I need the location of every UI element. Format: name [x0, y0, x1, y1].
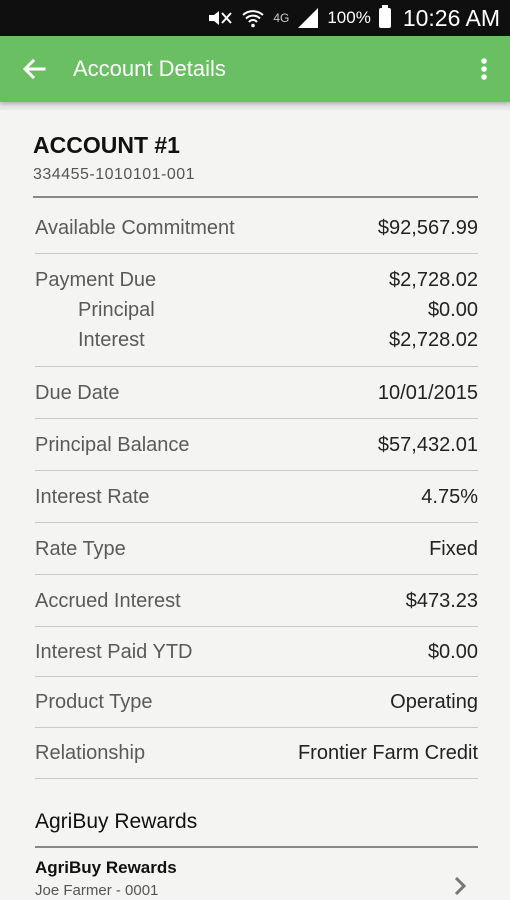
signal-icon: [298, 8, 319, 28]
detail-label: Available Commitment: [35, 216, 235, 239]
detail-value: $92,567.99: [377, 216, 478, 239]
detail-row-interest-rate: Interest Rate 4.75%: [35, 471, 478, 523]
network-type: 4G: [273, 11, 290, 25]
detail-value: Frontier Farm Credit: [297, 742, 478, 764]
detail-value: Operating: [390, 691, 478, 713]
account-number: 334455-1010101-001: [33, 166, 196, 183]
account-details-sheet: ACCOUNT #1 334455-1010101-001 Available …: [0, 110, 510, 900]
detail-row-due-date: Due Date 10/01/2015: [35, 367, 478, 419]
detail-sub-value: $2,728.02: [389, 328, 478, 351]
detail-label: Rate Type: [35, 537, 126, 560]
detail-label: Principal Balance: [35, 433, 190, 456]
detail-value: 4.75%: [421, 485, 478, 508]
detail-sub-label: Principal: [78, 298, 155, 321]
rewards-item-subtitle: Joe Farmer - 0001: [35, 882, 159, 899]
detail-value: Fixed: [429, 537, 478, 560]
detail-row-interest-paid-ytd: Interest Paid YTD $0.00: [35, 627, 478, 677]
detail-sub-label: Interest: [78, 328, 145, 351]
account-title: ACCOUNT #1: [33, 132, 180, 158]
detail-row-accrued-interest: Accrued Interest $473.23: [35, 575, 478, 627]
chevron-right-icon: [454, 876, 467, 896]
rewards-divider: [35, 846, 478, 848]
clock: 10:26 AM: [402, 4, 500, 31]
detail-label: Due Date: [35, 381, 120, 404]
detail-value: $0.00: [427, 640, 478, 663]
detail-row-payment-due: Payment Due $2,728.02 Principal $0.00 In…: [35, 254, 478, 367]
wifi-icon: [242, 10, 264, 28]
detail-value: $2,728.02: [389, 268, 478, 291]
page-title: Account Details: [73, 56, 226, 81]
detail-row-rate-type: Rate Type Fixed: [35, 523, 478, 575]
detail-row-product-type: Product Type Operating: [35, 677, 478, 728]
detail-label: Interest Paid YTD: [35, 640, 193, 663]
detail-label: Accrued Interest: [35, 589, 181, 612]
detail-value: $473.23: [405, 589, 478, 612]
detail-label: Relationship: [35, 742, 146, 764]
more-vert-icon[interactable]: [472, 53, 496, 85]
app-bar: Account Details: [0, 36, 510, 102]
rewards-heading: AgriBuy Rewards: [35, 810, 198, 833]
status-icons: 4G 100% 10:26 AM: [207, 4, 500, 32]
detail-row-relationship: Relationship Frontier Farm Credit: [35, 728, 478, 779]
detail-label: Product Type: [35, 691, 153, 713]
detail-label: Interest Rate: [35, 485, 150, 508]
detail-row-available-commitment: Available Commitment $92,567.99: [35, 202, 478, 254]
battery-percent: 100%: [327, 8, 371, 27]
rewards-item-title: AgriBuy Rewards: [35, 858, 177, 877]
mute-icon: [209, 11, 233, 25]
detail-value: $57,432.01: [377, 433, 478, 456]
detail-label: Payment Due: [35, 268, 157, 291]
arrow-back-icon[interactable]: [18, 53, 50, 85]
status-bar: 4G 100% 10:26 AM: [0, 0, 510, 36]
rewards-list-item[interactable]: AgriBuy Rewards Joe Farmer - 0001: [35, 858, 478, 900]
detail-sub-value: $0.00: [427, 298, 478, 321]
detail-row-principal-balance: Principal Balance $57,432.01: [35, 419, 478, 471]
detail-value: 10/01/2015: [377, 381, 478, 404]
account-divider: [33, 196, 478, 198]
battery-icon: [378, 5, 391, 28]
